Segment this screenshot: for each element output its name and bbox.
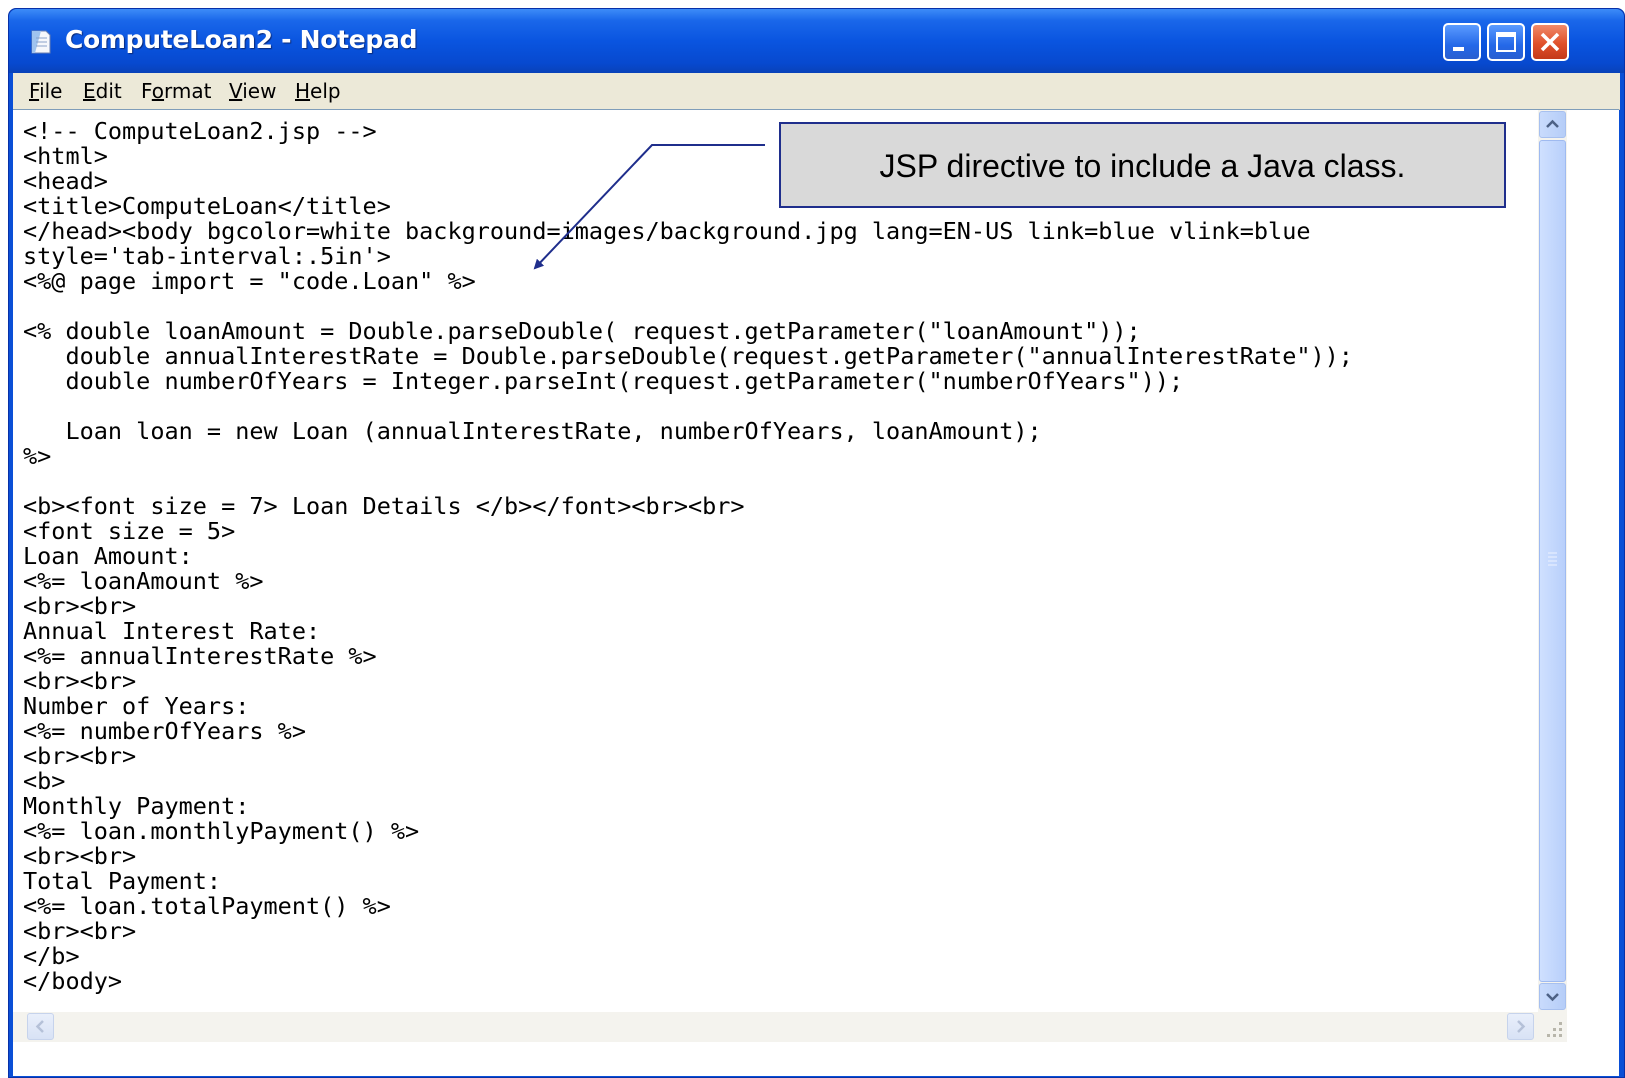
annotation-callout: JSP directive to include a Java class. bbox=[779, 122, 1506, 208]
callout-text: JSP directive to include a Java class. bbox=[879, 148, 1406, 184]
